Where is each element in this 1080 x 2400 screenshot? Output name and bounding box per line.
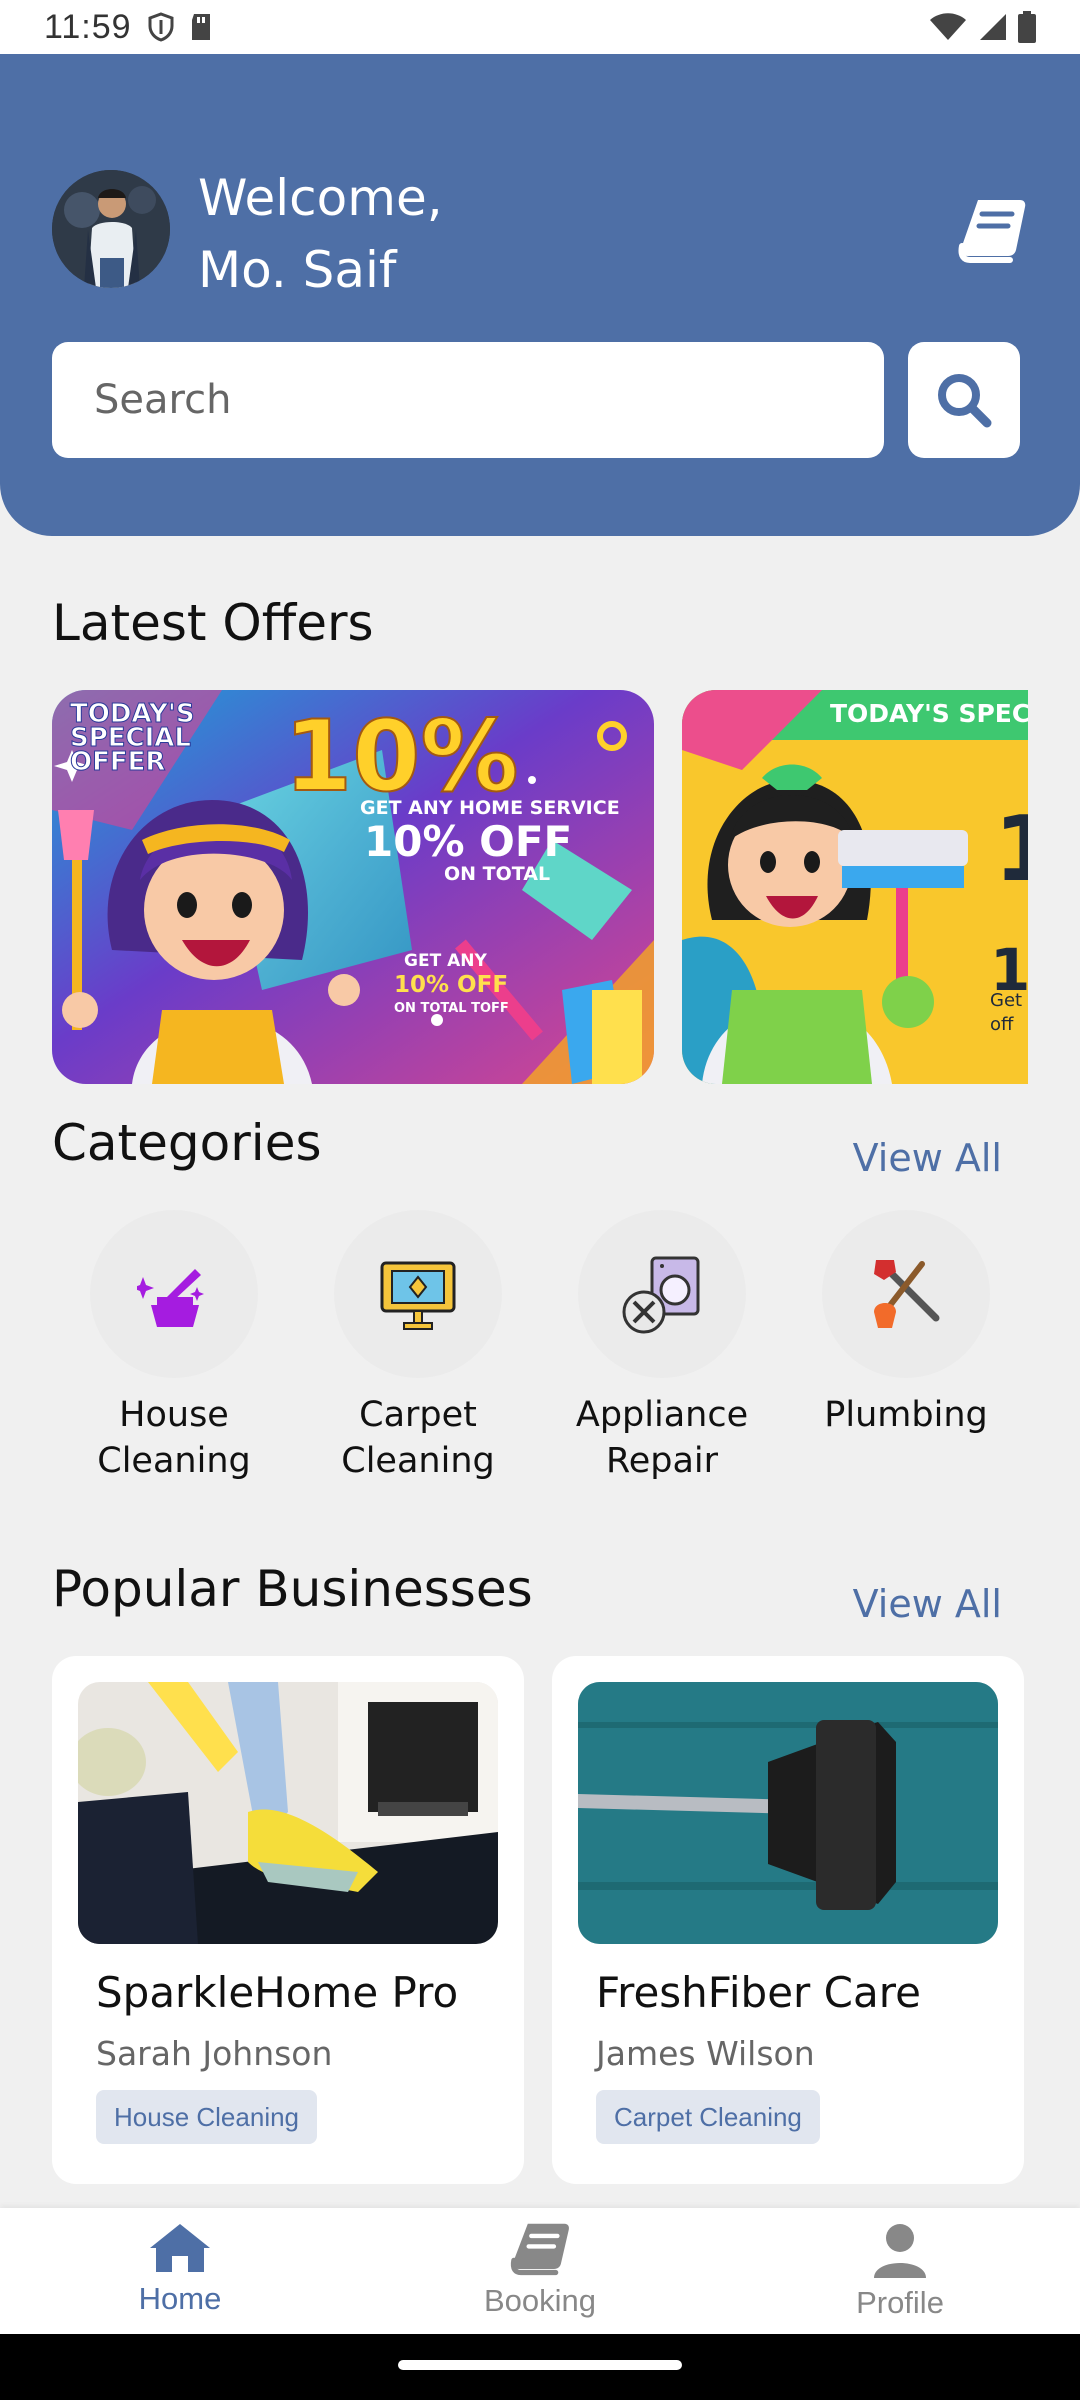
category-label: Plumbing bbox=[824, 1395, 988, 1435]
category-label: Carpet bbox=[359, 1395, 477, 1435]
house-cleaning-icon bbox=[137, 1269, 204, 1327]
category-label: Cleaning bbox=[97, 1441, 251, 1481]
offer-tag2: 10% OFF bbox=[394, 972, 508, 998]
business-owner: Sarah Johnson bbox=[96, 2034, 333, 2073]
offer-badge-line3: OFFER bbox=[70, 747, 165, 777]
offer-tag1: GET ANY bbox=[404, 951, 487, 971]
business-name: FreshFiber Care bbox=[596, 1968, 921, 2017]
signal-icon bbox=[980, 14, 1006, 40]
welcome-text: Welcome, Mo. Saif bbox=[198, 162, 443, 306]
category-label: Repair bbox=[605, 1441, 719, 1481]
business-name: SparkleHome Pro bbox=[96, 1968, 459, 2017]
welcome-greeting: Welcome, bbox=[198, 169, 443, 227]
offer2-badge: TODAY'S SPEC bbox=[830, 699, 1028, 728]
sd-card-icon bbox=[191, 14, 210, 40]
business-image bbox=[578, 1682, 998, 1944]
search-button[interactable] bbox=[908, 342, 1020, 458]
status-bar: 11:59 bbox=[0, 0, 1080, 54]
category-house-cleaning[interactable]: House Cleaning bbox=[52, 1210, 296, 1484]
battery-icon bbox=[1018, 11, 1036, 43]
category-label: Appliance bbox=[575, 1395, 749, 1435]
business-card[interactable]: SparkleHome Pro Sarah Johnson House Clea… bbox=[52, 1656, 524, 2184]
business-card[interactable]: FreshFiber Care James Wilson Carpet Clea… bbox=[552, 1656, 1024, 2184]
user-icon bbox=[874, 2224, 926, 2278]
offer-line3: ON TOTAL bbox=[444, 863, 550, 885]
nav-home-label: Home bbox=[138, 2281, 222, 2316]
book-icon bbox=[510, 2223, 569, 2276]
business-owner: James Wilson bbox=[596, 2034, 815, 2073]
category-carpet-cleaning[interactable]: Carpet Cleaning bbox=[296, 1210, 540, 1484]
book-icon[interactable] bbox=[956, 194, 1028, 266]
search-input[interactable] bbox=[52, 342, 884, 458]
nav-profile-label: Profile bbox=[856, 2285, 944, 2320]
appliance-repair-icon bbox=[622, 1256, 700, 1334]
business-category-tag: Carpet Cleaning bbox=[596, 2090, 820, 2144]
offer2-small2: Get bbox=[990, 990, 1022, 1011]
latest-offers-title: Latest Offers bbox=[52, 594, 374, 652]
offer-tag3: ON TOTAL TOFF bbox=[394, 1001, 509, 1016]
business-image bbox=[78, 1682, 498, 1944]
category-appliance-repair[interactable]: Appliance Repair bbox=[540, 1210, 784, 1484]
carpet-cleaning-icon bbox=[380, 1261, 456, 1330]
offer-card[interactable]: TODAY'S SPEC 1 1 Get off bbox=[682, 690, 1028, 1084]
category-label: Cleaning bbox=[341, 1441, 495, 1481]
nav-booking[interactable]: Booking bbox=[440, 2222, 640, 2319]
nav-home[interactable]: Home bbox=[80, 2222, 280, 2317]
bottom-navigation: Home Booking Profile bbox=[0, 2208, 1080, 2334]
status-time: 11:59 bbox=[44, 7, 132, 46]
category-plumbing[interactable]: Plumbing bbox=[784, 1210, 1028, 1438]
home-icon bbox=[150, 2224, 210, 2272]
categories-view-all-link[interactable]: View All bbox=[853, 1136, 1002, 1180]
offers-carousel[interactable]: TODAY'S SPECIAL OFFER 10% GET ANY HOME S… bbox=[52, 690, 1028, 1084]
category-label: House bbox=[119, 1395, 229, 1435]
avatar[interactable] bbox=[52, 170, 170, 288]
user-name: Mo. Saif bbox=[198, 241, 397, 299]
nav-booking-label: Booking bbox=[483, 2283, 597, 2318]
home-indicator[interactable] bbox=[398, 2360, 682, 2370]
offer2-big: 1 bbox=[994, 797, 1028, 902]
header: Welcome, Mo. Saif bbox=[0, 54, 1080, 536]
categories-list: House Cleaning Carpet Cleaning Appliance… bbox=[52, 1210, 1028, 1490]
offer-line1: GET ANY HOME SERVICE bbox=[360, 797, 620, 819]
businesses-view-all-link[interactable]: View All bbox=[853, 1582, 1002, 1626]
wifi-icon bbox=[930, 13, 966, 40]
search-icon bbox=[938, 374, 992, 428]
categories-title: Categories bbox=[52, 1114, 322, 1172]
offer-card[interactable]: TODAY'S SPECIAL OFFER 10% GET ANY HOME S… bbox=[52, 690, 654, 1084]
offer-line2: 10% OFF bbox=[364, 817, 572, 866]
nav-profile[interactable]: Profile bbox=[800, 2222, 1000, 2321]
shield-icon bbox=[148, 12, 174, 42]
popular-businesses-title: Popular Businesses bbox=[52, 1560, 533, 1618]
offer2-small3: off bbox=[990, 1014, 1014, 1035]
business-category-tag: House Cleaning bbox=[96, 2090, 318, 2144]
plumbing-icon bbox=[874, 1260, 940, 1328]
